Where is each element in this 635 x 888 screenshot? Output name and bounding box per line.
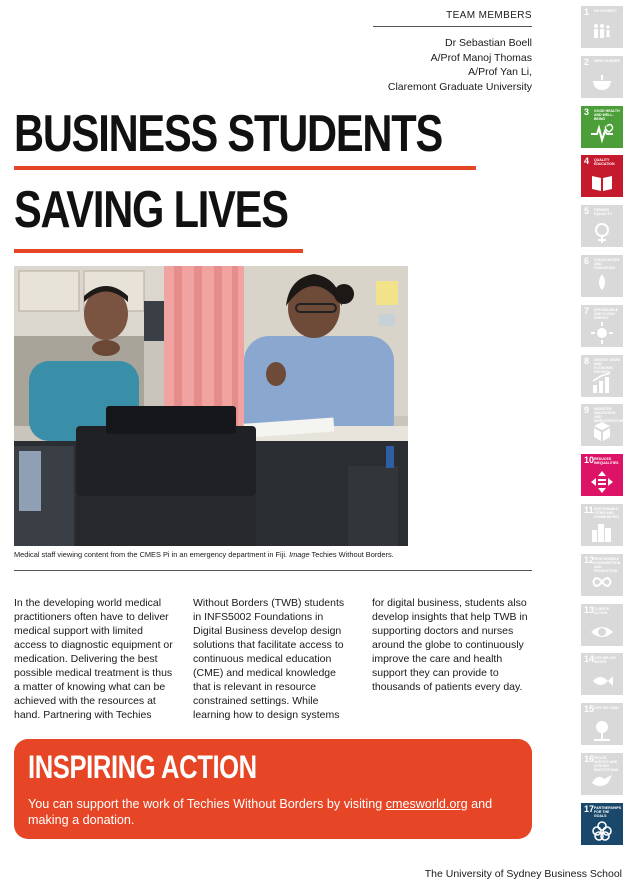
sdg-goal-16-tile: 16 Peace, justice and strong institutions	[581, 753, 623, 795]
sdg-goal-15-tile: 15 Life on land	[581, 703, 623, 745]
page-title-line-2: SAVING LIVES	[14, 181, 289, 239]
cmesworld-link[interactable]: cmesworld.org	[386, 797, 468, 811]
sdg-goal-14-tile: 14 Life below water	[581, 653, 623, 695]
team-members-heading: TEAM MEMBERS	[373, 10, 532, 27]
body-column-2: Without Borders (TWB) students in INFS50…	[193, 597, 345, 721]
sdg-goal-number: 3	[584, 107, 590, 117]
sdg-goal-number: 9	[584, 405, 590, 415]
dove-icon	[592, 775, 612, 786]
sdg-goal-label: Partnerships for the goals	[594, 806, 622, 818]
sdg-goal-number: 17	[584, 804, 595, 814]
family-icon	[594, 24, 610, 38]
sdg-goal-number: 16	[584, 754, 595, 764]
sdg-goal-number: 12	[584, 555, 595, 565]
sdg-goal-label: No poverty	[594, 9, 617, 13]
rings-icon	[592, 821, 612, 841]
sdg-goal-1-tile: 1 No poverty	[581, 6, 623, 48]
sdg-goal-number: 10	[584, 455, 595, 465]
cubes-icon	[594, 422, 610, 441]
cta-text-before: You can support the work of Techies With…	[28, 797, 386, 811]
sdg-goal-label: Quality education	[594, 158, 615, 166]
equality-arrows-icon	[591, 471, 613, 493]
sdg-goal-label: Life below water	[594, 656, 616, 664]
book-icon	[592, 176, 612, 191]
team-members-list: Dr Sebastian Boell A/Prof Manoj Thomas A…	[373, 36, 532, 94]
body-column-1: In the developing world medical practiti…	[14, 597, 173, 721]
caption-image-label: Image	[289, 550, 310, 559]
tree-icon	[594, 721, 610, 741]
sdg-goal-number: 8	[584, 356, 590, 366]
title-underline	[14, 166, 476, 170]
infinity-icon	[592, 576, 612, 588]
sdg-goal-9-tile: 9Industry, innovation and infrastructure	[581, 404, 623, 446]
sdg-goal-label: Sustainable cities and communities	[594, 507, 619, 519]
city-icon	[592, 524, 611, 542]
medical-staff-photo	[14, 266, 408, 546]
sdg-goal-10-tile: 10 Reduced inequalities	[581, 454, 623, 496]
sdg-goal-label: Climate action	[594, 607, 610, 615]
sdg-goal-number: 2	[584, 57, 590, 67]
sdg-goal-label: Zero hunger	[594, 59, 620, 63]
inspiring-action-box: INSPIRING ACTION You can support the wor…	[14, 739, 532, 839]
photo-illustration	[14, 266, 408, 546]
gender-icon	[595, 223, 609, 243]
sdg-goal-11-tile: 11 Sustainable cities and communities	[581, 504, 623, 546]
sdg-goal-number: 4	[584, 156, 590, 166]
caption-credit: Techies Without Borders.	[309, 550, 394, 559]
sdg-goal-label: Affordable and clean energy	[594, 308, 619, 320]
sdg-goal-17-tile: 17 Partnerships for the goals	[581, 803, 623, 845]
team-member: A/Prof Manoj Thomas	[430, 51, 532, 64]
team-member: Dr Sebastian Boell	[445, 37, 532, 49]
sdg-goal-label: Good health and well-being	[594, 109, 620, 121]
sdg-goal-number: 13	[584, 605, 595, 615]
sdg-goal-number: 14	[584, 654, 595, 664]
footer-institution: The University of Sydney Business School	[424, 868, 622, 880]
sdg-goal-7-tile: 7 Affordable and clean energy	[581, 305, 623, 347]
sdg-goal-6-tile: 6 Clean water and sanitation	[581, 255, 623, 297]
sdg-goal-number: 1	[584, 7, 590, 17]
bowl-icon	[593, 75, 611, 90]
caption-text: Medical staff viewing content from the C…	[14, 550, 290, 559]
body-column-3: for digital business, students also deve…	[372, 597, 528, 693]
sdg-goal-8-tile: 8 Decent work and economic growth	[581, 355, 623, 397]
sdg-goal-4-tile: 4 Quality education	[581, 155, 623, 197]
sdg-goal-label: Reduced inequalities	[594, 457, 619, 465]
eye-globe-icon	[591, 627, 613, 637]
divider	[14, 570, 532, 571]
sdg-goal-label: Gender equality	[594, 208, 612, 216]
team-members-block: TEAM MEMBERS Dr Sebastian Boell A/Prof M…	[373, 10, 532, 94]
team-member: Claremont Graduate University	[387, 80, 532, 93]
sdg-goal-5-tile: 5 Gender equality	[581, 205, 623, 247]
page-title-line-1: BUSINESS STUDENTS	[14, 105, 443, 163]
sdg-goal-number: 6	[584, 256, 590, 266]
sdg-goal-12-tile: 12 Responsible consumption and production	[581, 554, 623, 596]
sdg-goal-number: 11	[584, 505, 594, 515]
sdg-goal-number: 5	[584, 206, 590, 216]
sdg-goal-2-tile: 2 Zero hunger	[581, 56, 623, 98]
water-icon	[599, 274, 605, 290]
team-member: A/Prof Yan Li,	[468, 66, 532, 78]
cta-heading: INSPIRING ACTION	[28, 749, 257, 785]
sdg-goal-number: 7	[584, 306, 590, 316]
title-underline	[14, 249, 303, 253]
cta-text: You can support the work of Techies With…	[28, 796, 518, 828]
photo-caption: Medical staff viewing content from the C…	[14, 550, 532, 559]
fish-icon	[593, 676, 613, 686]
heartbeat-icon	[591, 123, 614, 144]
sdg-goal-13-tile: 13 Climate action	[581, 604, 623, 646]
sdg-goal-3-tile: 3 Good health and well-being	[581, 106, 623, 148]
sdg-goal-label: Life on land	[594, 706, 619, 710]
growth-chart-icon	[592, 372, 611, 393]
sdg-goal-number: 15	[584, 704, 595, 714]
sdg-goal-label: Clean water and sanitation	[594, 258, 620, 270]
sun-icon	[591, 322, 613, 344]
